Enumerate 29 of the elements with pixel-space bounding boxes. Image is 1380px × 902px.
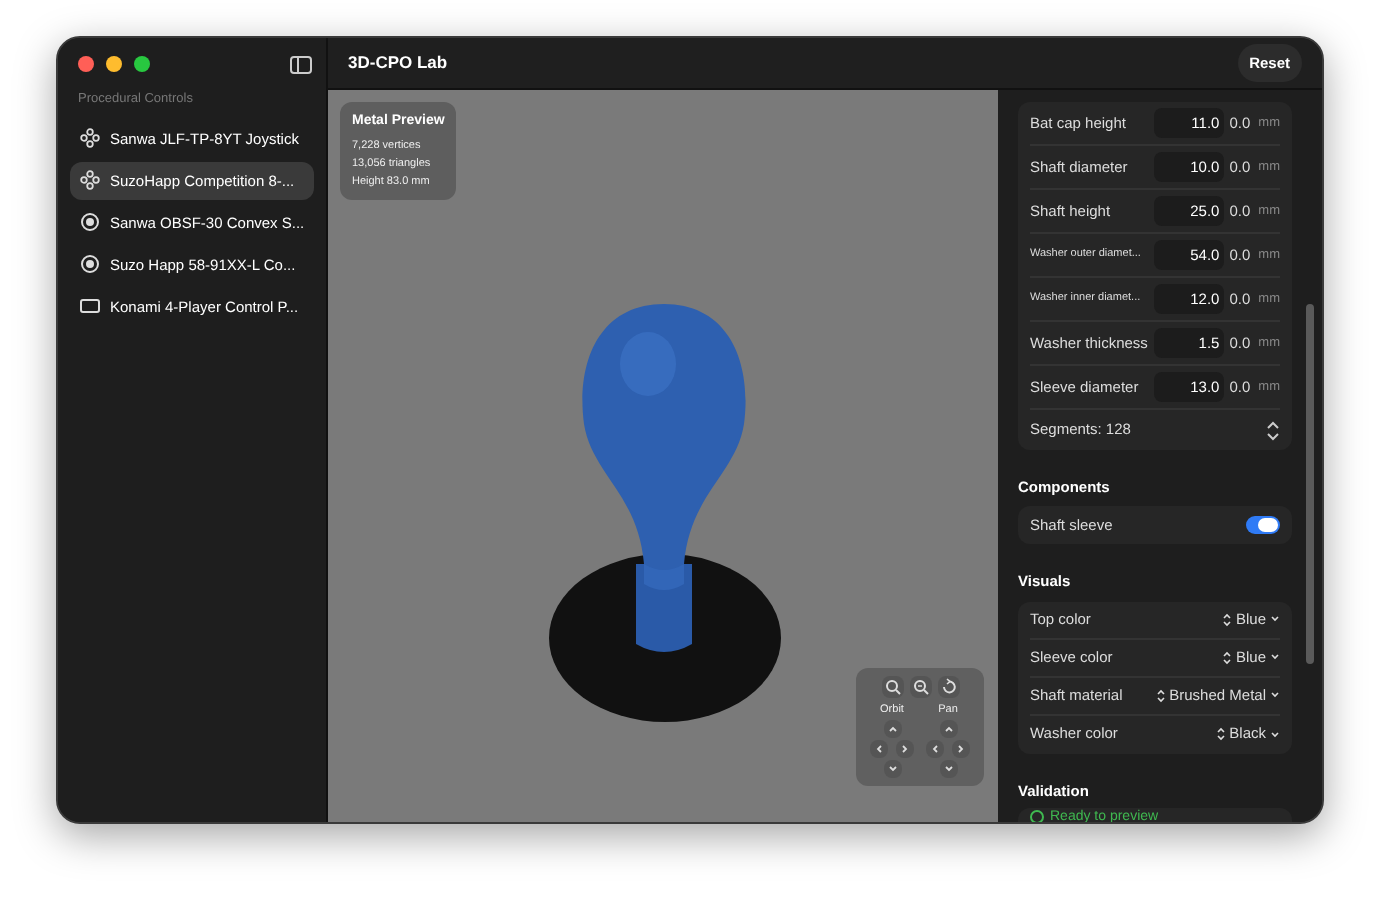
down-arrow-icon[interactable] [939, 760, 957, 779]
left-arrow-icon[interactable] [926, 740, 944, 759]
chevron-down-icon [1270, 614, 1280, 624]
up-down-chevron-icon [1155, 687, 1166, 703]
rectangle-icon [80, 296, 100, 317]
down-arrow-icon[interactable] [883, 760, 901, 779]
right-arrow-icon[interactable] [896, 740, 914, 759]
zoom-button[interactable] [134, 56, 150, 72]
minimize-button[interactable] [106, 56, 122, 72]
dpad-icon [80, 128, 100, 149]
up-down-chevron-icon [1221, 649, 1232, 665]
up-arrow-icon[interactable] [883, 720, 901, 739]
up-down-chevron-icon [1221, 611, 1232, 627]
window-title: 3D-CPO Lab [348, 50, 448, 76]
dpad-icon [80, 170, 100, 191]
left-arrow-icon[interactable] [870, 740, 888, 759]
reset-view-icon[interactable] [937, 676, 959, 698]
close-button[interactable] [78, 56, 94, 72]
chevron-down-icon [1270, 690, 1280, 700]
radio-button-icon [80, 254, 100, 275]
radio-button-icon [80, 212, 100, 233]
stepper-icon[interactable] [1266, 419, 1280, 441]
right-arrow-icon[interactable] [952, 740, 970, 759]
chevron-down-icon [1270, 729, 1280, 739]
up-arrow-icon[interactable] [939, 720, 957, 739]
chevron-down-icon [1270, 652, 1280, 662]
up-down-chevron-icon [1215, 726, 1226, 742]
toggle-switch[interactable] [1246, 516, 1280, 535]
sidebar-toggle-icon[interactable] [290, 55, 312, 73]
